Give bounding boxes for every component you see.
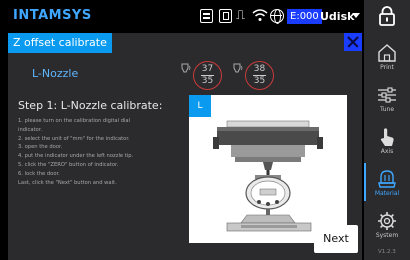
error-code-badge[interactable]: E:000 bbox=[287, 9, 322, 24]
hand-icon bbox=[380, 128, 394, 146]
lan-icon: ⎍ bbox=[236, 8, 246, 23]
right-nozzle-temp: 38 35 bbox=[232, 61, 276, 95]
nozzle-tag: L bbox=[189, 95, 211, 117]
material-icon bbox=[378, 170, 396, 188]
temp-ring: 38 35 bbox=[245, 61, 274, 90]
status-bar: INTAMSYS ⎍ E:000 Udisk bbox=[0, 0, 410, 33]
calibration-illustration: L bbox=[189, 95, 347, 243]
globe-icon bbox=[270, 9, 284, 24]
instruction-line: 3. open the door. bbox=[18, 144, 63, 151]
instruction-line: 6. lock the door. bbox=[18, 170, 60, 177]
usb-icon bbox=[219, 9, 232, 23]
instruction-list: 1. please turn on the calibration digita… bbox=[18, 117, 190, 187]
instruction-line: 1. please turn on the calibration digita… bbox=[18, 118, 131, 124]
sidebar-item-label: Tune bbox=[379, 106, 395, 113]
lock-icon[interactable] bbox=[378, 6, 396, 26]
left-nozzle-temp: 37 35 bbox=[180, 61, 224, 95]
home-icon bbox=[378, 44, 396, 62]
version-label: V1.2.3 bbox=[378, 249, 396, 255]
instruction-line: Last, click the "Next" button and wait. bbox=[18, 179, 117, 186]
sidebar-item-label: Axis bbox=[380, 148, 394, 155]
sidebar-item-material[interactable]: Material bbox=[364, 164, 410, 206]
chevron-down-icon[interactable] bbox=[352, 13, 360, 18]
page-title: Z offset calibrate bbox=[8, 33, 112, 53]
next-button[interactable]: Next bbox=[314, 225, 358, 253]
sidebar-item-system[interactable]: System bbox=[364, 206, 410, 248]
instruction-line: 2. select the unit of "mm" for the indic… bbox=[18, 135, 130, 142]
wifi-icon bbox=[252, 8, 268, 22]
sidebar-item-label: Print bbox=[380, 64, 394, 71]
sidebar-item-axis[interactable]: Axis bbox=[364, 122, 410, 164]
gear-icon bbox=[378, 212, 396, 230]
nozzle-icon bbox=[233, 63, 243, 73]
sidebar-item-label: Material bbox=[374, 190, 400, 197]
calibration-panel: Z offset calibrate L-Nozzle 37 35 38 35 … bbox=[8, 33, 362, 260]
sliders-icon bbox=[378, 87, 396, 103]
temp-ring: 37 35 bbox=[193, 61, 222, 90]
nozzle-label: L-Nozzle bbox=[32, 67, 79, 80]
target-temp: 35 bbox=[253, 76, 266, 86]
target-temp: 35 bbox=[201, 76, 214, 86]
instruction-line: 5. click the "ZERO" button of indicator. bbox=[18, 161, 119, 168]
step-title: Step 1: L-Nozzle calibrate: bbox=[18, 99, 163, 112]
sidebar-item-label: System bbox=[375, 232, 399, 239]
brand-logo: INTAMSYS bbox=[13, 8, 92, 23]
sidebar-item-print[interactable]: Print bbox=[364, 38, 410, 80]
instruction-line: 4. put the indicator under the left nozz… bbox=[18, 153, 134, 160]
sidebar: Print Tune Axis Material System V1.2.3 bbox=[364, 0, 410, 260]
list-icon[interactable] bbox=[200, 9, 213, 23]
current-temp: 38 bbox=[253, 64, 266, 74]
storage-label[interactable]: Udisk bbox=[320, 9, 354, 24]
current-temp: 37 bbox=[201, 64, 214, 74]
sidebar-item-tune[interactable]: Tune bbox=[364, 80, 410, 122]
close-button[interactable] bbox=[344, 33, 362, 51]
nozzle-icon bbox=[181, 63, 191, 73]
instruction-line: indicator. bbox=[18, 126, 43, 133]
dial-indicator-image bbox=[213, 120, 323, 232]
